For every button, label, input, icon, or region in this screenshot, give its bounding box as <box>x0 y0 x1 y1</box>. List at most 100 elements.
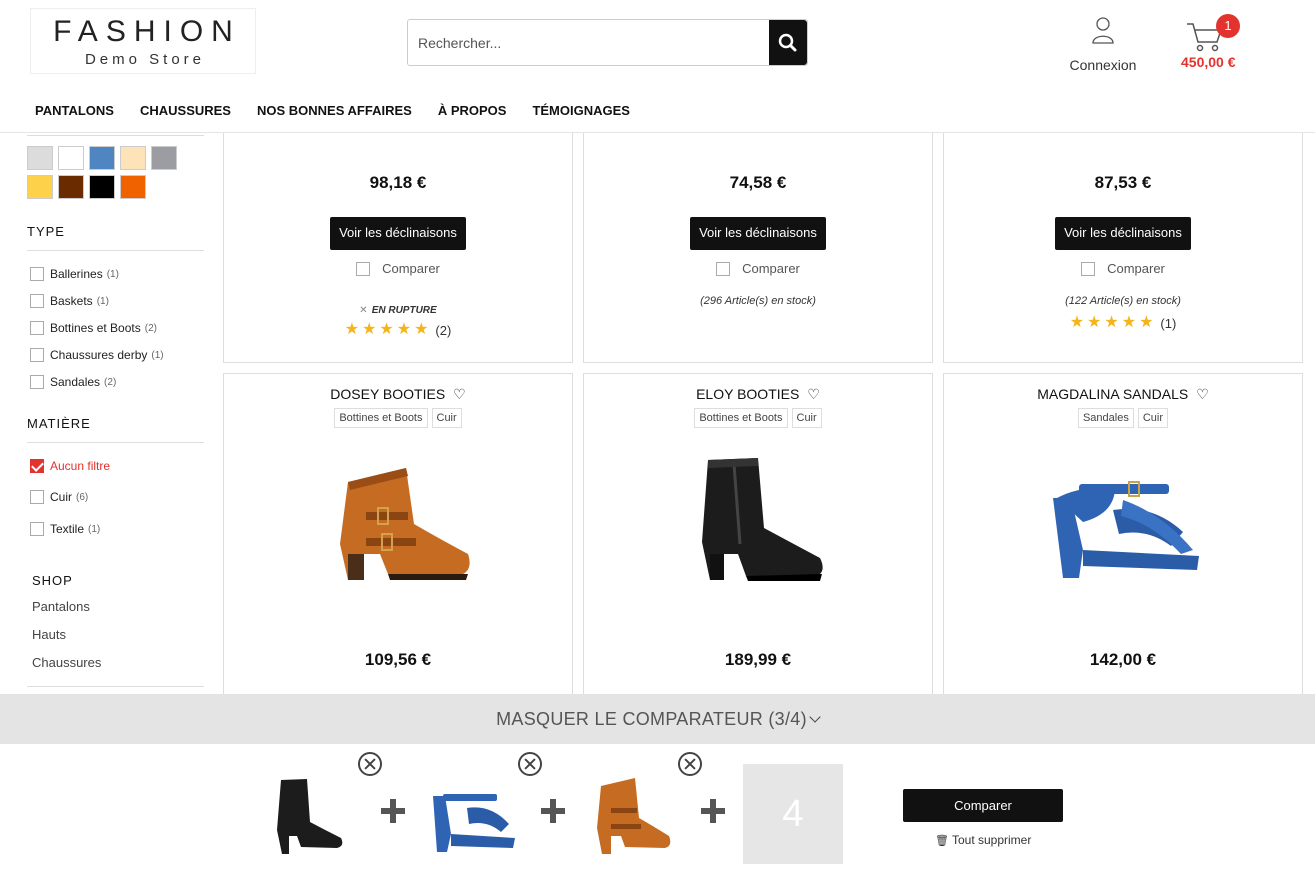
color-swatch[interactable] <box>89 175 115 199</box>
shop-link-pantalons[interactable]: Pantalons <box>32 599 90 614</box>
color-swatch[interactable] <box>58 146 84 170</box>
material-filter-textile[interactable]: Textile (1) <box>30 521 100 537</box>
color-swatch[interactable] <box>120 146 146 170</box>
product-name[interactable]: MAGDALINA SANDALS ♡ <box>944 386 1302 403</box>
plus-icon <box>381 799 405 823</box>
search-input[interactable] <box>408 20 770 65</box>
color-swatch[interactable] <box>27 175 53 199</box>
filter-sidebar: TYPE Ballerines (1) Baskets (1) Bottines… <box>22 134 204 694</box>
nav-item-bonnes-affaires[interactable]: NOS BONNES AFFAIRES <box>244 99 425 123</box>
star-icon: ★ <box>1104 314 1119 331</box>
cart-count-badge: 1 <box>1216 14 1240 38</box>
checkbox[interactable] <box>356 261 371 276</box>
product-price: 109,56 € <box>364 650 432 669</box>
checkbox[interactable] <box>716 261 731 276</box>
checkbox[interactable] <box>30 348 44 362</box>
see-variants-button[interactable]: Voir les déclinaisons <box>330 217 466 250</box>
product-card: 74,58 € Voir les déclinaisons Comparer (… <box>583 120 933 363</box>
nav-item-temoignages[interactable]: TÉMOIGNAGES <box>519 99 643 123</box>
type-filter-bottines[interactable]: Bottines et Boots (2) <box>30 320 157 336</box>
type-filter-derby[interactable]: Chaussures derby (1) <box>30 347 164 363</box>
material-filter-title: MATIÈRE <box>27 416 91 431</box>
remove-compare-icon[interactable] <box>678 752 702 776</box>
see-variants-button[interactable]: Voir les déclinaisons <box>690 217 826 250</box>
filter-label: Chaussures derby <box>50 348 148 362</box>
checkbox[interactable] <box>30 375 44 389</box>
compare-toggle[interactable]: Comparer <box>224 261 572 276</box>
star-icon: ★ <box>344 321 360 338</box>
remove-compare-icon[interactable] <box>518 752 542 776</box>
type-filter-ballerines[interactable]: Ballerines (1) <box>30 266 119 282</box>
type-filter-sandales[interactable]: Sandales (2) <box>30 374 116 390</box>
remove-compare-icon[interactable] <box>358 752 382 776</box>
shop-link-chaussures[interactable]: Chaussures <box>32 655 101 670</box>
checkbox[interactable] <box>1081 261 1096 276</box>
divider <box>27 135 204 136</box>
nav-item-pantalons[interactable]: PANTALONS <box>22 99 127 123</box>
color-swatch[interactable] <box>151 146 177 170</box>
product-price: 98,18 € <box>369 173 427 192</box>
heart-icon[interactable]: ♡ <box>1196 386 1209 402</box>
compare-button[interactable]: Comparer <box>903 789 1063 822</box>
see-variants-button[interactable]: Voir les déclinaisons <box>1055 217 1191 250</box>
material-filter-none[interactable]: Aucun filtre <box>30 458 110 474</box>
product-card: 87,53 € Voir les déclinaisons Comparer (… <box>943 120 1303 363</box>
type-filter-baskets[interactable]: Baskets (1) <box>30 293 109 309</box>
out-of-stock-icon: ✕ <box>359 305 368 316</box>
product-price: 142,00 € <box>1089 650 1157 669</box>
comparator-toggle-bar[interactable]: MASQUER LE COMPARATEUR (3/4) <box>0 694 1315 744</box>
star-icon: ★ <box>1087 314 1102 331</box>
filter-label: Cuir <box>50 490 73 504</box>
nav-item-chaussures[interactable]: CHAUSSURES <box>127 99 244 123</box>
checkbox[interactable] <box>30 267 44 281</box>
checkbox[interactable] <box>30 294 44 308</box>
product-name[interactable]: DOSEY BOOTIES ♡ <box>224 386 572 403</box>
store-logo[interactable]: FASHION Demo Store <box>30 8 256 74</box>
product-name[interactable]: ELOY BOOTIES ♡ <box>584 386 932 403</box>
product-tag: Bottines et Boots <box>694 408 788 428</box>
compare-toggle[interactable]: Comparer <box>944 261 1302 276</box>
color-swatch[interactable] <box>58 175 84 199</box>
product-tag: Sandales <box>1077 408 1134 428</box>
filter-label: Textile <box>50 522 85 536</box>
product-card: 98,18 € Voir les déclinaisons Comparer ✕… <box>223 120 573 363</box>
account-link[interactable]: Connexion <box>1063 16 1143 73</box>
delete-all-link[interactable]: 🗑 Tout supprimer <box>935 833 1031 847</box>
color-swatch[interactable] <box>27 146 53 170</box>
product-rating: ★ ★ ★ ★ ★ (2) <box>224 322 572 338</box>
compare-toggle[interactable]: Comparer <box>584 261 932 276</box>
product-tags: Bottines et Boots Cuir <box>224 408 572 428</box>
filter-label: Baskets <box>50 294 93 308</box>
checkbox[interactable] <box>30 321 44 335</box>
compare-label: Comparer <box>382 261 440 276</box>
star-icon: ★ <box>1121 314 1137 331</box>
compare-slot[interactable] <box>263 764 363 864</box>
compare-slot[interactable] <box>583 764 683 864</box>
brown-ankle-boot-image[interactable] <box>318 454 478 584</box>
checkbox[interactable] <box>30 522 44 536</box>
account-label: Connexion <box>1069 57 1137 73</box>
nav-item-a-propos[interactable]: À PROPOS <box>425 99 520 123</box>
search-icon <box>778 33 797 52</box>
chevron-down-icon <box>809 711 821 723</box>
product-tags: Bottines et Boots Cuir <box>584 408 932 428</box>
heart-icon[interactable]: ♡ <box>453 386 466 402</box>
blue-sandal-image[interactable] <box>1043 454 1203 584</box>
shop-link-hauts[interactable]: Hauts <box>32 627 66 642</box>
plus-icon <box>541 799 565 823</box>
material-filter-cuir[interactable]: Cuir (6) <box>30 489 88 505</box>
user-icon <box>1092 17 1114 44</box>
compare-label: Comparer <box>742 261 800 276</box>
black-ankle-boot-image[interactable] <box>678 454 838 584</box>
search-button[interactable] <box>769 20 807 65</box>
heart-icon[interactable]: ♡ <box>807 386 820 402</box>
star-icon: ★ <box>379 321 394 338</box>
checkbox-checked[interactable] <box>30 459 44 473</box>
star-icon: ★ <box>1139 314 1154 331</box>
product-tag: Cuir <box>431 408 462 428</box>
compare-slot[interactable] <box>423 764 523 864</box>
filter-count: (2) <box>104 376 117 388</box>
checkbox[interactable] <box>30 490 44 504</box>
color-swatch[interactable] <box>120 175 146 199</box>
color-swatch[interactable] <box>89 146 115 170</box>
